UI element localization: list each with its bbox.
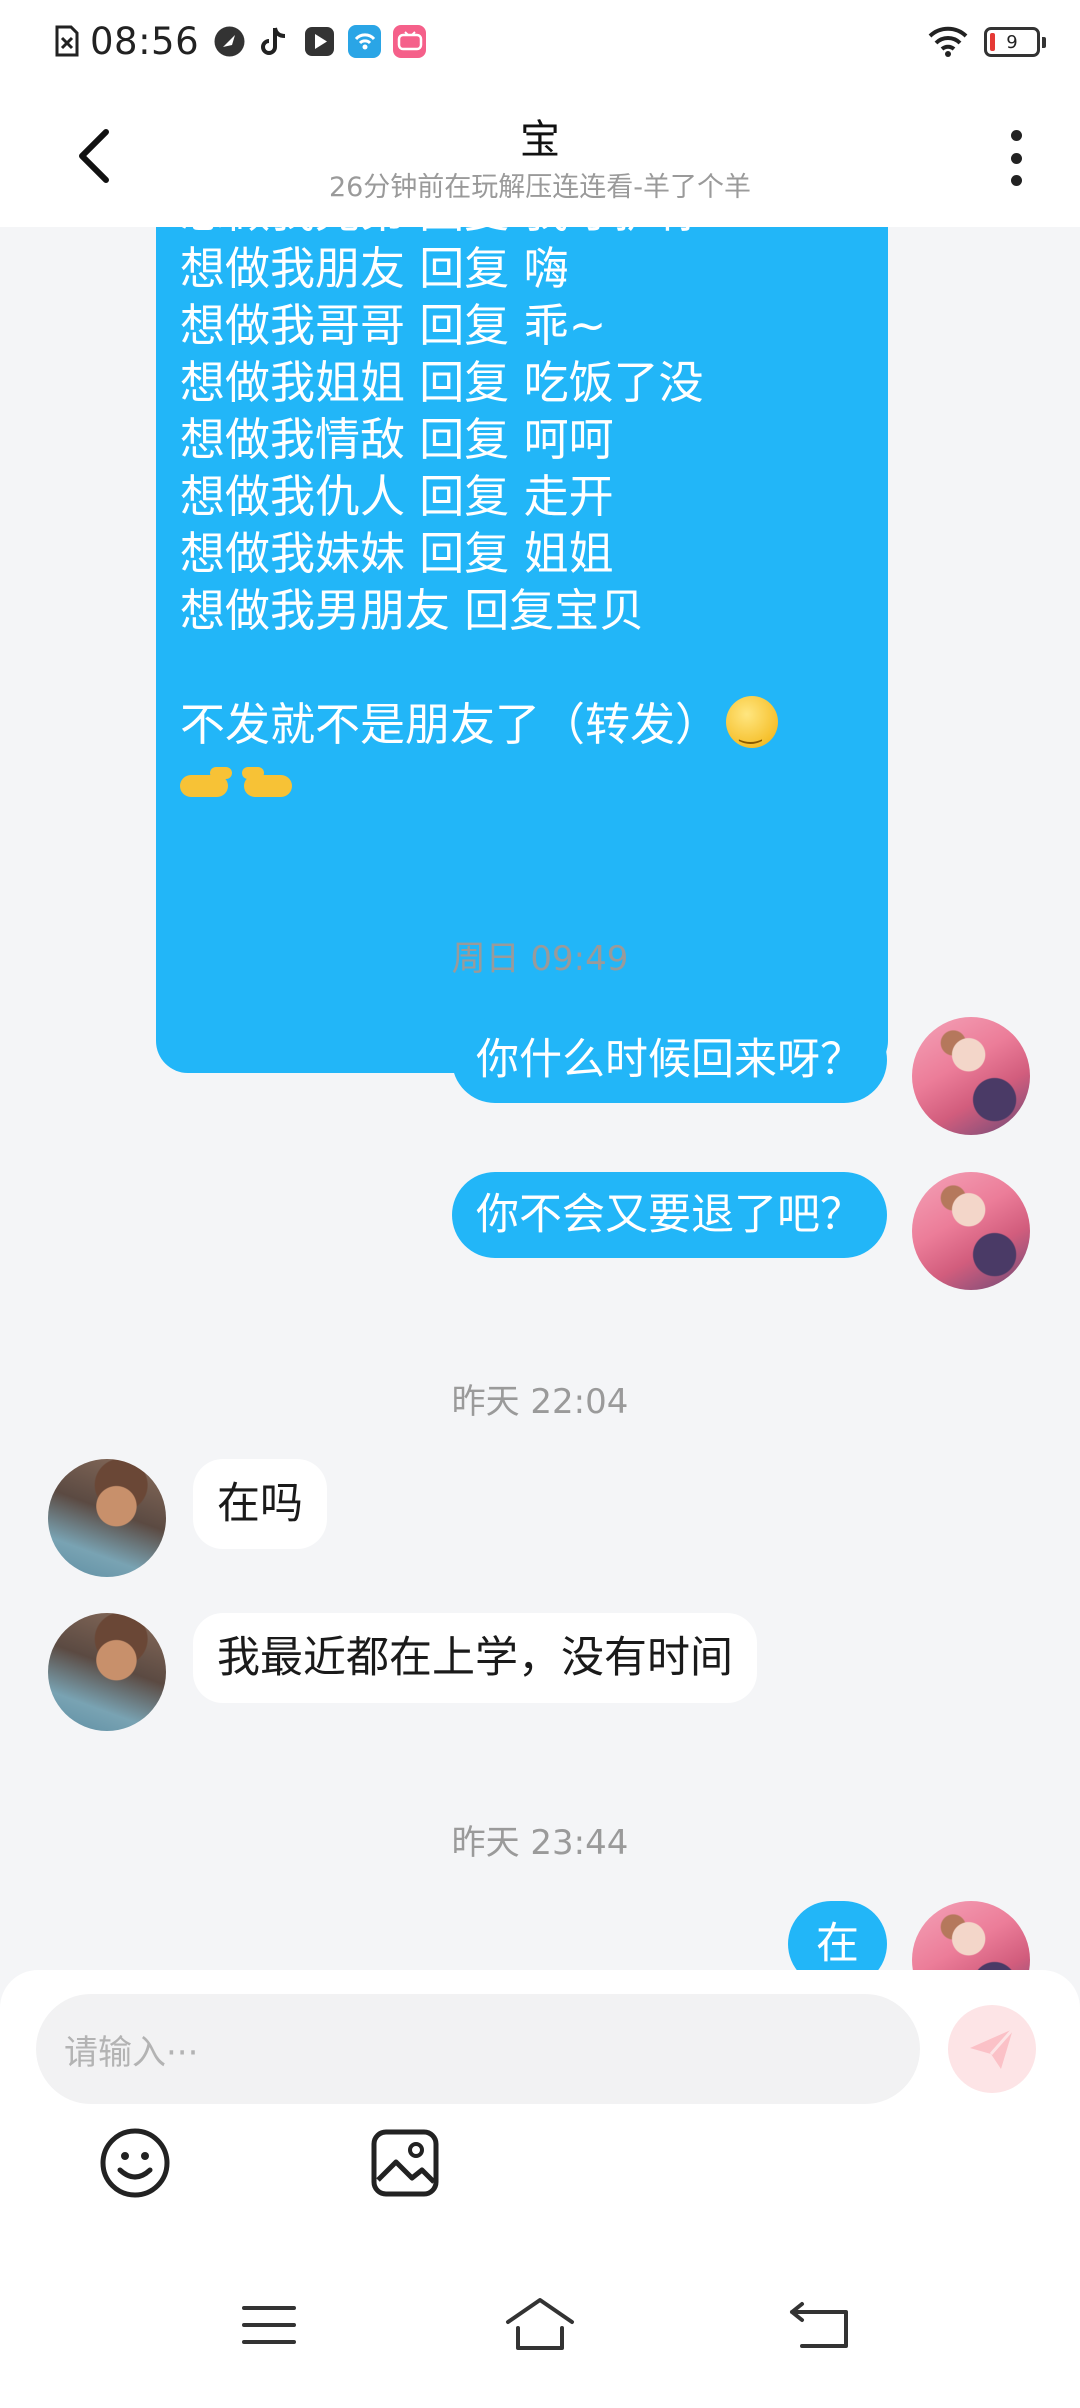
send-icon (970, 2028, 1015, 2069)
message-input[interactable]: 请输入··· (36, 1994, 920, 2104)
home-button[interactable] (500, 2290, 580, 2360)
contact-avatar[interactable] (48, 1459, 166, 1577)
more-vertical-icon-dot (1010, 175, 1022, 186)
message-line-with-emoji: 不发就不是朋友了（转发） (180, 696, 864, 759)
message-line: 想做我兄弟 回复 我守护你 (180, 227, 864, 240)
video-app-icon (303, 25, 336, 58)
message-input-placeholder: 请输入··· (64, 2032, 199, 2073)
more-vertical-icon-dot (1010, 152, 1022, 164)
home-icon (506, 2298, 574, 2350)
message-line: 想做我仇人 回复 走开 (180, 470, 614, 523)
more-options-button[interactable] (1006, 130, 1026, 186)
bili-app-icon (393, 24, 427, 58)
message-line: 想做我朋友 回复 嗨 (180, 242, 569, 295)
message-line: 想做我男朋友 回复宝贝 (180, 584, 645, 637)
battery-icon: 9 (984, 27, 1046, 57)
message-bubble-outgoing[interactable]: 你什么时候回来呀？ (452, 1017, 887, 1103)
contact-name[interactable]: 宝 (0, 107, 1080, 165)
menu-button[interactable] (230, 2290, 310, 2360)
message-timestamp: 昨天 22:04 (451, 1382, 629, 1422)
my-avatar[interactable] (912, 1017, 1030, 1135)
status-right: 9 (928, 22, 1046, 62)
message-line: 想做我姐姐 回复 吃饭了没 (180, 356, 704, 409)
smiley-icon (100, 2128, 170, 2198)
smirk-emoji (726, 696, 779, 759)
message-timestamp: 昨天 23:44 (451, 1823, 629, 1863)
system-navigation-bar (0, 2240, 1080, 2408)
image-icon (371, 2129, 439, 2197)
menu-icon (242, 2306, 296, 2344)
more-vertical-icon-dot (1010, 130, 1022, 141)
pointing-hands-emoji (240, 763, 294, 803)
message-line (180, 639, 864, 696)
send-button[interactable] (948, 2005, 1036, 2093)
wifi-app-icon (348, 24, 382, 58)
image-button[interactable] (368, 2126, 442, 2200)
chat-message-list[interactable]: 想做我兄弟 回复 我守护你 想做我朋友 回复 嗨 想做我哥哥 回复 乖~ 想做我… (0, 227, 1080, 1970)
battery-level: 9 (1006, 31, 1018, 53)
tiktok-icon (258, 25, 291, 58)
message-bubble-outgoing[interactable]: 在 (788, 1901, 887, 1970)
status-time: 08:56 (90, 19, 200, 63)
my-avatar[interactable] (912, 1172, 1030, 1290)
message-bubble-outgoing[interactable]: 你不会又要退了吧？ (452, 1172, 887, 1258)
contact-avatar[interactable] (48, 1613, 166, 1731)
message-line-emoji (180, 753, 864, 810)
message-line: 想做我情敌 回复 呵呵 (180, 413, 614, 466)
message-bubble-incoming[interactable]: 我最近都在上学，没有时间 (193, 1613, 757, 1703)
status-bar: 08:56 9 (0, 0, 1080, 82)
no-sim-icon (55, 25, 79, 57)
message-line: 想做我哥哥 回复 乖~ (180, 299, 607, 352)
message-input-panel: 请输入··· (0, 1970, 1080, 2240)
message-timestamp: 周日 09:49 (451, 939, 629, 979)
my-avatar[interactable] (912, 1901, 1030, 1970)
wifi-icon (928, 26, 968, 57)
system-back-button[interactable] (780, 2290, 860, 2360)
back-icon (790, 2302, 848, 2348)
message-bubble-incoming[interactable]: 在吗 (193, 1459, 327, 1549)
pointing-hands-emoji (180, 763, 234, 803)
chat-header: 宝 26分钟前在玩解压连连看-羊了个羊 (0, 82, 1080, 227)
message-line: 想做我妹妹 回复 姐姐 (180, 527, 614, 580)
status-left: 08:56 (54, 19, 438, 63)
contact-activity-status: 26分钟前在玩解压连连看-羊了个羊 (328, 172, 752, 203)
message-line-text: 不发就不是朋友了（转发） (180, 698, 721, 751)
emoji-button[interactable] (98, 2126, 172, 2200)
clock-app-icon (213, 25, 246, 58)
